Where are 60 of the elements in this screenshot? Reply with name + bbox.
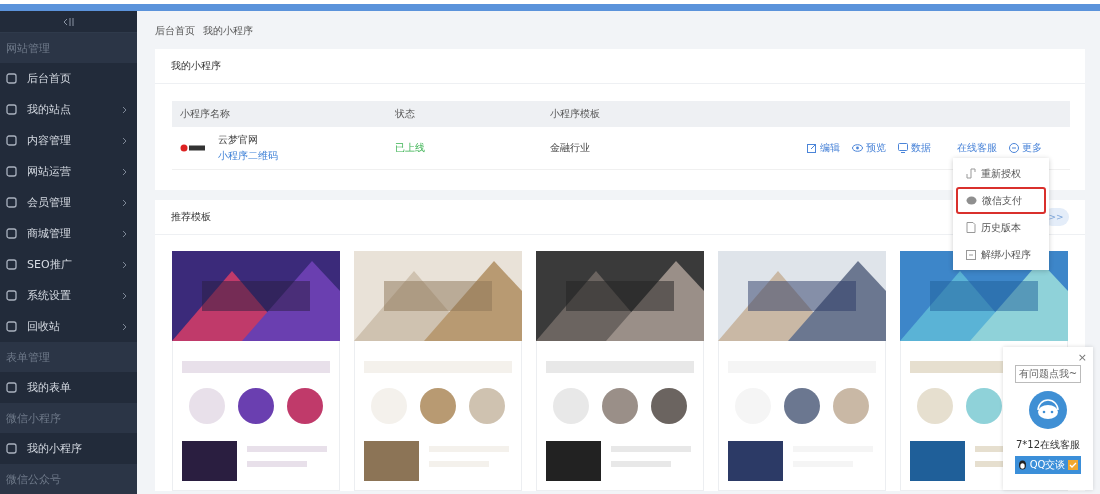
menu-item[interactable]: 历史版本 [956,214,1046,241]
sidebar-item[interactable]: 回收站 [27,319,112,334]
close-button[interactable]: × [1077,351,1087,364]
column-header: 小程序模板 [550,107,601,121]
collapse-icon[interactable] [62,16,75,27]
sidebar-item[interactable]: 我的站点 [27,102,112,117]
column-header: 小程序名称 [180,107,231,121]
action-link[interactable]: 数据 [898,141,931,155]
sidebar-item[interactable]: SEO推广 [27,257,112,272]
square-icon [6,135,17,146]
document-icon [966,222,976,233]
breadcrumb-item: 我的小程序 [203,24,253,38]
square-icon [6,259,17,270]
sidebar-item[interactable]: 网站运营 [27,164,112,179]
square-icon [6,166,17,177]
menu-item[interactable]: 微信支付 [956,187,1046,214]
menu-item[interactable]: 解绑小程序 [956,241,1046,268]
action-link[interactable]: 在线客服 [957,141,997,155]
sidebar-item[interactable]: 我的表单 [27,380,127,395]
sidebar-group-title: 微信小程序 [0,403,137,433]
qr-code-link[interactable]: 小程序二维码 [218,149,278,163]
square-icon [6,382,17,393]
square-icon [6,197,17,208]
sidebar-item[interactable]: 我的小程序 [27,441,127,456]
square-icon [966,249,976,260]
sidebar-item[interactable]: 商城管理 [27,226,112,241]
caption: 7*12在线客服 [1015,438,1081,452]
panel-title: 我的小程序 [171,59,221,73]
sidebar-item[interactable]: 会员管理 [27,195,112,210]
square-icon [6,290,17,301]
sidebar-group-title: 网站管理 [0,33,137,63]
sidebar-group-title: 表单管理 [0,342,137,372]
logo-icon [180,144,206,152]
square-icon [6,73,17,84]
sidebar-item[interactable]: 内容管理 [27,133,112,148]
headset-cloud-icon[interactable] [1028,390,1068,430]
edit-icon [807,143,817,153]
monitor-icon [898,143,908,153]
action-link[interactable]: 预览 [852,141,886,155]
status-text: 已上线 [395,141,426,155]
breadcrumb-item[interactable]: 后台首页 [155,24,195,38]
template-name: 金融行业 [550,141,591,155]
speech-bubble: 有问题点我~ [1014,365,1082,383]
action-link[interactable]: 编辑 [807,141,840,155]
check-icon [1068,460,1079,470]
panel-title: 推荐模板 [171,210,211,224]
hook-icon [966,168,976,179]
eye-icon [852,144,863,152]
column-header: 状态 [395,107,416,121]
square-icon [6,443,17,454]
square-icon [6,104,17,115]
penguin-icon [1017,460,1027,470]
sidebar-item[interactable]: 系统设置 [27,288,112,303]
sidebar-item[interactable]: 后台首页 [27,71,127,86]
app-name: 云梦官网 [218,133,259,147]
ellipsis-circle-icon [1009,143,1019,153]
action-link[interactable]: 更多 [1009,141,1042,155]
square-icon [6,321,17,332]
square-icon [6,228,17,239]
menu-item[interactable]: 重新授权 [956,160,1046,187]
